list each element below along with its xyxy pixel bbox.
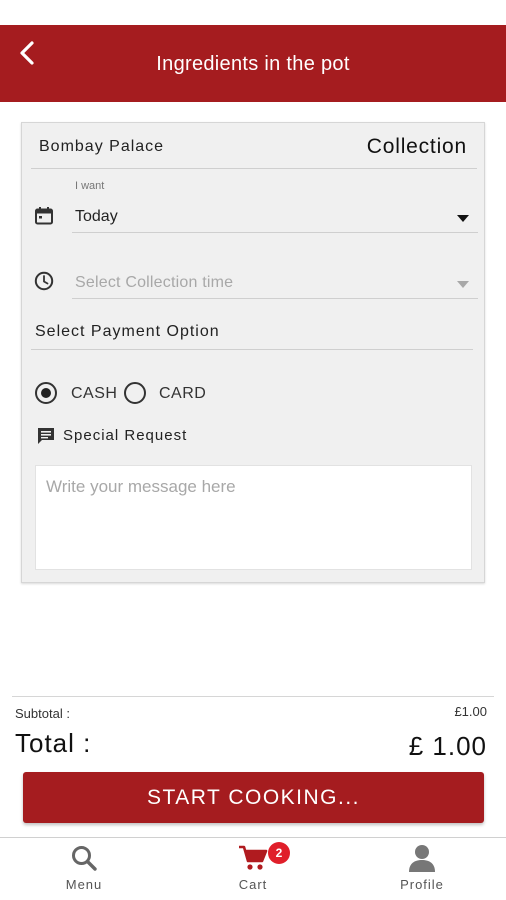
total-label: Total : — [15, 728, 92, 758]
collection-time-placeholder: Select Collection time — [75, 274, 234, 291]
start-cooking-button[interactable]: START COOKING... — [23, 772, 484, 823]
date-label: I want — [75, 180, 105, 192]
divider — [31, 168, 477, 169]
person-icon — [407, 843, 437, 873]
collection-time-select[interactable]: Select Collection time — [72, 265, 478, 299]
divider — [31, 349, 473, 350]
date-value: Today — [75, 208, 118, 225]
cash-label[interactable]: CASH — [71, 385, 117, 403]
cart-icon — [238, 843, 268, 873]
page-title: Ingredients in the pot — [156, 53, 350, 75]
nav-item-profile[interactable]: Profile — [338, 838, 506, 900]
special-request-label: Special Request — [63, 427, 188, 444]
payment-option-label: Select Payment Option — [35, 323, 220, 340]
total-value: £ 1.00 — [408, 731, 487, 761]
calendar-icon — [33, 205, 55, 227]
card-radio[interactable] — [124, 382, 146, 404]
clock-icon — [33, 270, 55, 292]
date-underline — [72, 232, 478, 233]
chevron-down-icon — [457, 281, 469, 288]
checkout-screen: Ingredients in the pot Bombay Palace Col… — [0, 0, 506, 900]
nav-label-cart: Cart — [238, 877, 268, 892]
special-request-input[interactable] — [35, 465, 472, 570]
order-type-label: Collection — [366, 135, 467, 158]
bottom-nav: Menu Cart Profile — [0, 837, 506, 900]
subtotal-value: £1.00 — [454, 704, 487, 719]
time-underline — [72, 298, 478, 299]
cart-count-badge: 2 — [268, 842, 290, 864]
subtotal-label: Subtotal : — [15, 706, 70, 721]
divider — [12, 696, 494, 697]
order-options-card: Bombay Palace Collection I want Today Se… — [21, 122, 485, 583]
nav-label-profile: Profile — [400, 877, 444, 892]
message-icon — [35, 425, 57, 447]
chevron-down-icon — [457, 215, 469, 222]
search-icon — [69, 843, 99, 873]
restaurant-name: Bombay Palace — [39, 138, 165, 155]
nav-item-menu[interactable]: Menu — [0, 838, 168, 900]
nav-item-cart[interactable]: Cart — [169, 838, 337, 900]
card-label[interactable]: CARD — [159, 385, 206, 403]
cash-radio[interactable] — [35, 382, 57, 404]
date-select[interactable]: Today — [72, 197, 478, 233]
nav-label-menu: Menu — [65, 877, 103, 892]
